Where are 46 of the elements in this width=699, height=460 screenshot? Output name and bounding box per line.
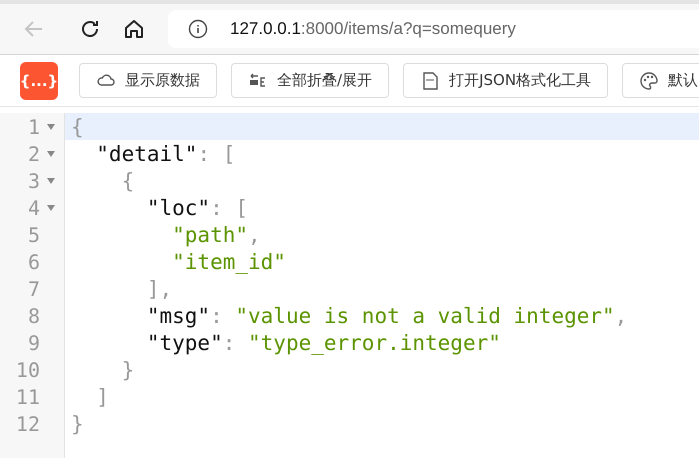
toolbar-button[interactable]: 默认	[622, 63, 699, 98]
toolbar-button[interactable]: 显示原数据	[79, 63, 217, 98]
line-number: 11	[16, 384, 40, 408]
fold-toggle-icon[interactable]	[46, 204, 56, 212]
json-punctuation: :	[210, 304, 224, 328]
line-number: 9	[28, 330, 40, 354]
line-number: 8	[28, 304, 40, 328]
json-punctuation: :	[222, 330, 236, 354]
line-number: 1	[28, 114, 40, 138]
json-string: "item_id"	[171, 250, 286, 274]
toolbar-button[interactable]: 全部折叠/展开	[231, 63, 390, 98]
info-icon[interactable]	[188, 19, 208, 39]
app-logo: {...}	[20, 62, 58, 100]
json-punctuation: ,	[248, 222, 261, 246]
line-number: 5	[28, 222, 40, 246]
line-number: 3	[28, 168, 40, 192]
toolbar-button[interactable]: 打开JSON格式化工具	[403, 63, 608, 98]
json-punctuation: ],	[146, 276, 172, 300]
json-punctuation: }	[71, 412, 84, 436]
json-punctuation: : [	[197, 142, 236, 166]
json-key: "msg"	[71, 304, 210, 328]
json-key: "detail"	[71, 142, 198, 166]
json-string: "path"	[171, 222, 248, 246]
line-number: 12	[16, 412, 40, 436]
json-punctuation: ,	[614, 304, 628, 328]
json-punctuation: {	[71, 114, 84, 138]
json-string: "type_error.integer"	[248, 330, 501, 354]
fold-toggle-icon[interactable]	[46, 122, 56, 130]
json-punctuation: }	[120, 358, 134, 382]
line-number: 7	[28, 276, 40, 300]
json-punctuation: {	[120, 168, 134, 192]
json-key: "loc"	[71, 196, 210, 220]
fold-toggle-icon[interactable]	[46, 150, 56, 158]
line-number: 2	[28, 142, 40, 166]
json-string: "value is not a valid integer"	[235, 304, 615, 328]
address-field[interactable]: 127.0.0.1:8000/items/a?q=somequery	[168, 10, 699, 48]
palette-icon	[639, 70, 660, 90]
home-icon[interactable]	[122, 17, 146, 41]
url-text: 127.0.0.1:8000/items/a?q=somequery	[230, 19, 516, 39]
json-punctuation: ]	[95, 384, 109, 408]
json-key: "type"	[71, 330, 223, 354]
line-number: 4	[28, 196, 40, 220]
json-punctuation: : [	[210, 196, 248, 220]
fold-toggle-icon[interactable]	[46, 176, 56, 184]
line-number: 10	[16, 358, 40, 382]
line-number: 6	[28, 250, 40, 274]
